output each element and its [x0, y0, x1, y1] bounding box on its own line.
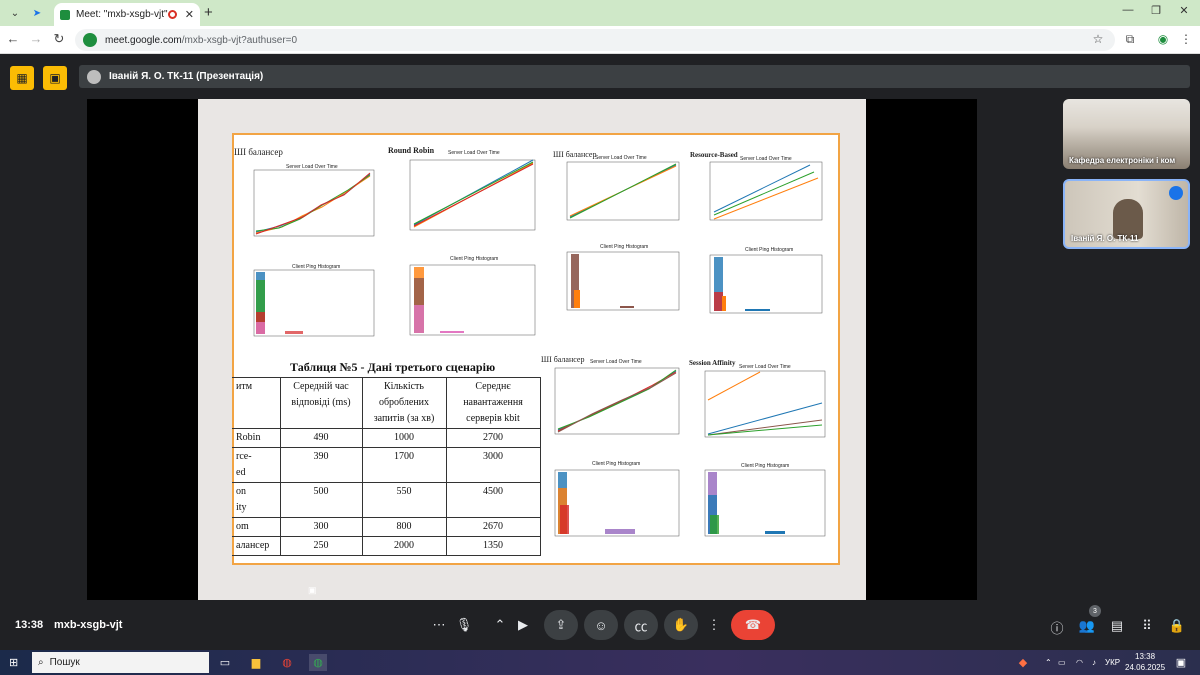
table-cell: 1000: [361, 428, 447, 448]
load-chart-6: [704, 370, 826, 438]
table-header-row: итм Середній час відповіді (ms) Кількіст…: [232, 377, 541, 429]
captions-button[interactable]: ㏄: [624, 610, 658, 640]
chart-title: Client Ping Histogram: [600, 244, 649, 250]
meeting-info-icon[interactable]: ⓘ: [1048, 618, 1066, 637]
load-chart-1: [253, 169, 375, 237]
speaking-indicator-icon: [1169, 186, 1183, 200]
table-cell: 300: [279, 517, 363, 537]
table-row: Robin 490 1000 2700: [232, 428, 541, 448]
more-options-icon[interactable]: ⋮: [697, 610, 731, 640]
ping-hist-5: [554, 469, 680, 537]
clock-date: 24.06.2025: [1125, 663, 1166, 672]
present-screen-button[interactable]: ⇪: [544, 610, 578, 640]
table-title: Таблиця №5 - Дані третього сценарію: [290, 360, 496, 374]
chart-title: Client Ping Histogram: [741, 463, 790, 469]
ping-hist-4: [709, 254, 823, 314]
raise-hand-button[interactable]: ✋: [664, 610, 698, 640]
keyboard-language[interactable]: УКР: [1105, 658, 1120, 667]
clock-time: 13:38: [1135, 652, 1156, 661]
wifi-icon[interactable]: ◠: [1076, 658, 1083, 667]
load-chart-2: [409, 159, 536, 231]
chat-icon[interactable]: ▤: [1108, 618, 1126, 634]
table-cell: 800: [361, 517, 447, 537]
ping-hist-2: [409, 264, 536, 336]
leave-call-button[interactable]: ☎: [731, 610, 775, 640]
chart-title: Server Load Over Time: [739, 364, 791, 370]
table-header: Середній час відповіді (ms): [279, 377, 363, 429]
load-chart-5: [554, 367, 680, 435]
chart-title: Client Ping Histogram: [592, 461, 641, 467]
table-cell: 550: [361, 482, 447, 518]
taskbar-search[interactable]: ⌕ Пошук: [32, 652, 209, 673]
task-view-icon[interactable]: ▭: [216, 654, 234, 671]
table-cell: 1350: [445, 536, 541, 556]
table-cell: 390: [279, 447, 363, 483]
load-chart-4: [709, 161, 823, 221]
table-header: итм: [232, 377, 281, 429]
scenario-table: итм Середній час відповіді (ms) Кількіст…: [232, 377, 541, 556]
table-cell: 4500: [445, 482, 541, 518]
file-explorer-icon[interactable]: ▆: [247, 654, 265, 671]
ping-hist-3: [566, 251, 680, 311]
meeting-code: mxb-xsgb-vjt: [54, 619, 123, 631]
camera-icon[interactable]: ▶: [506, 610, 540, 640]
chart-title: Server Load Over Time: [740, 156, 792, 162]
search-icon: ⌕: [38, 657, 44, 668]
chart-title: Client Ping Histogram: [745, 247, 794, 253]
table-cell: Robin: [232, 428, 281, 448]
meeting-time: 13:38: [15, 619, 44, 631]
table-cell: 250: [279, 536, 363, 556]
table-header: Середнє навантаження серверів kbit: [445, 377, 541, 429]
slide-charts: [253, 159, 826, 537]
participant-tile[interactable]: Іваній Я. О. ТК-11: [1063, 179, 1190, 249]
table-row: алансер 250 2000 1350: [232, 536, 541, 556]
ping-hist-1: [253, 269, 375, 337]
chrome-icon[interactable]: ◍: [278, 654, 296, 671]
volume-icon[interactable]: ♪: [1092, 658, 1096, 667]
table-cell: 2670: [445, 517, 541, 537]
table-cell: on ity: [232, 482, 281, 518]
table-cell: 2000: [361, 536, 447, 556]
load-chart-3: [566, 161, 680, 221]
table-cell: 1700: [361, 447, 447, 483]
table-row: om 300 800 2670: [232, 517, 541, 537]
table-cell: 3000: [445, 447, 541, 483]
tray-app-icon[interactable]: ◆: [1014, 654, 1032, 671]
table-cell: rce- ed: [232, 447, 281, 483]
people-icon[interactable]: 👥: [1078, 618, 1096, 634]
participant-name: Іваній Я. О. ТК-11: [1071, 234, 1139, 243]
chart-title: Server Load Over Time: [448, 150, 500, 156]
notifications-icon[interactable]: ▣: [1172, 654, 1190, 671]
participant-tile[interactable]: Кафедра електроніки і ком: [1063, 99, 1190, 169]
microphone-icon[interactable]: 🎙: [447, 610, 481, 640]
emoji-reaction-button[interactable]: ☺: [584, 610, 618, 640]
tray-chevron-icon[interactable]: ⌃: [1045, 658, 1052, 667]
slide-camera-icon[interactable]: ▣: [308, 585, 317, 596]
chart-title: Server Load Over Time: [590, 359, 642, 365]
ping-hist-6: [704, 469, 826, 537]
taskbar-clock[interactable]: 13:38 24.06.2025: [1125, 651, 1165, 673]
chart-title: Client Ping Histogram: [292, 264, 341, 270]
table-cell: 500: [279, 482, 363, 518]
table-cell: алансер: [232, 536, 281, 556]
participants-count-badge: 3: [1089, 605, 1101, 617]
chart-title: Client Ping Histogram: [450, 256, 499, 262]
chart-title: Server Load Over Time: [595, 155, 647, 161]
table-cell: 490: [279, 428, 363, 448]
table-cell: om: [232, 517, 281, 537]
network-icon[interactable]: ▭: [1058, 658, 1066, 667]
activities-icon[interactable]: ⠿: [1138, 618, 1156, 634]
table-row: rce- ed 390 1700 3000: [232, 447, 541, 483]
search-placeholder: Пошук: [49, 657, 80, 668]
chrome-profile-icon[interactable]: ◍: [309, 654, 327, 671]
participant-name: Кафедра електроніки і ком: [1069, 156, 1176, 165]
table-row: on ity 500 550 4500: [232, 482, 541, 518]
participant-video: [1113, 199, 1143, 239]
chart-title: Server Load Over Time: [286, 164, 338, 170]
table-cell: 2700: [445, 428, 541, 448]
table-header: Кількість оброблених запитів (за хв): [361, 377, 447, 429]
host-controls-icon[interactable]: 🔒: [1168, 618, 1186, 634]
windows-start-icon[interactable]: ⊞: [9, 656, 21, 669]
